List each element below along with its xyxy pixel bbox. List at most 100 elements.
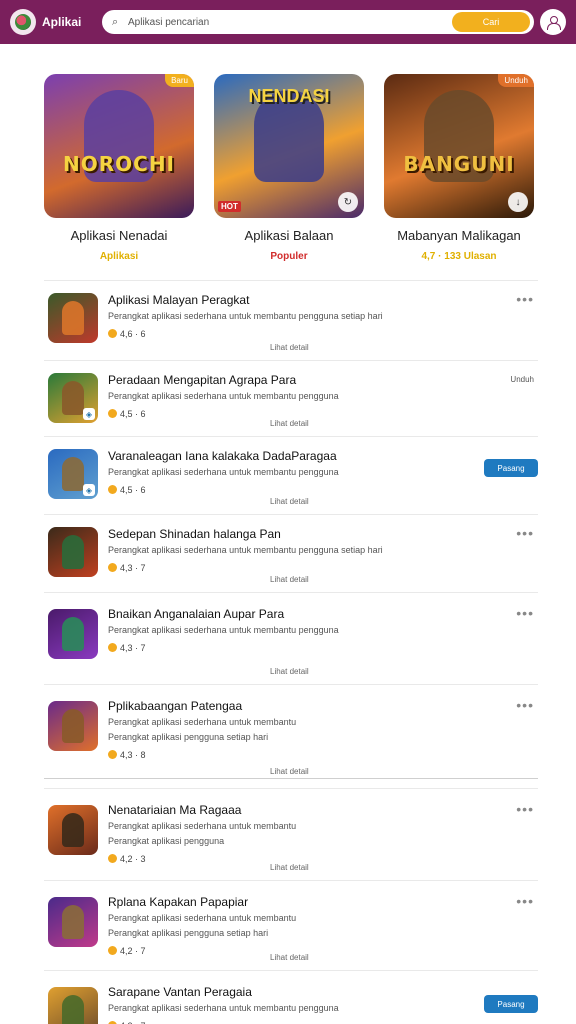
featured-card-art-word: NENDASI bbox=[248, 86, 330, 106]
app-icon[interactable]: ◈ bbox=[48, 373, 98, 423]
featured-card-art-word: BANGUNI bbox=[403, 152, 515, 176]
top-app-bar: Aplikai ⌕ Aplikasi pencarian Cari bbox=[0, 0, 576, 44]
search-input[interactable]: Aplikasi pencarian bbox=[128, 17, 452, 28]
list-item[interactable]: Bnaikan Anganalaian Aupar Para Perangkat … bbox=[44, 592, 538, 684]
app-icon[interactable] bbox=[48, 897, 98, 947]
hot-badge: HOT bbox=[218, 201, 241, 212]
more-options-icon[interactable]: ••• bbox=[516, 801, 534, 817]
download-icon[interactable]: ↓ bbox=[508, 192, 528, 212]
install-button[interactable]: Pasang bbox=[484, 995, 538, 1013]
app-icon[interactable]: ◈ bbox=[48, 449, 98, 499]
more-options-icon[interactable]: ••• bbox=[516, 697, 534, 713]
coin-icon bbox=[108, 563, 117, 572]
app-title[interactable]: Peradaan Mengapitan Agrapa Para bbox=[108, 373, 296, 387]
app-title[interactable]: Bnaikan Anganalaian Aupar Para bbox=[108, 607, 284, 621]
app-title[interactable]: Varanaleagan Iana kalakaka DadaParagaa bbox=[108, 449, 337, 463]
search-icon: ⌕ bbox=[112, 15, 119, 28]
featured-card-title[interactable]: Aplikasi Balaan bbox=[214, 228, 364, 243]
featured-card[interactable]: NOROCHI Baru Aplikasi Nenadai Aplikasi bbox=[44, 74, 194, 262]
list-item[interactable]: Sarapane Vantan Peragaia Perangkat aplika… bbox=[44, 970, 538, 1024]
coin-icon bbox=[108, 485, 117, 494]
app-description: Perangkat aplikasi sederhana untuk memba… bbox=[108, 545, 383, 555]
featured-card-subtitle: Aplikasi bbox=[99, 251, 139, 262]
more-options-icon[interactable]: ••• bbox=[516, 605, 534, 621]
more-options-icon[interactable]: ••• bbox=[516, 525, 534, 541]
featured-card-corner-label: Baru bbox=[165, 74, 194, 87]
see-details-link[interactable]: Lihat detail bbox=[270, 497, 309, 506]
see-details-link[interactable]: Lihat detail bbox=[270, 767, 309, 776]
app-title[interactable]: Pplikabaangan Patengaa bbox=[108, 699, 242, 713]
list-item[interactable]: Aplikasi Malayan Peragkat Perangkat aplik… bbox=[44, 280, 538, 360]
profile-button[interactable] bbox=[540, 9, 566, 35]
app-title[interactable]: Aplikasi Malayan Peragkat bbox=[108, 293, 249, 307]
coin-icon bbox=[108, 329, 117, 338]
list-item[interactable]: ◈ Varanaleagan Iana kalakaka DadaParagaa P… bbox=[44, 436, 538, 514]
app-icon[interactable] bbox=[48, 701, 98, 751]
app-icon[interactable] bbox=[48, 527, 98, 577]
featured-card-corner-label: Unduh bbox=[498, 74, 534, 87]
app-title[interactable]: Sarapane Vantan Peragaia bbox=[108, 985, 252, 999]
featured-card-title[interactable]: Aplikasi Nenadai bbox=[44, 228, 194, 243]
featured-card-image[interactable]: BANGUNI Unduh ↓ bbox=[384, 74, 534, 218]
app-description: Perangkat aplikasi pengguna bbox=[108, 836, 225, 846]
app-rating: 4,5 · 6 bbox=[108, 485, 146, 495]
app-description: Perangkat aplikasi sederhana untuk memba… bbox=[108, 391, 339, 401]
app-rating: 4,2 · 7 bbox=[108, 946, 146, 956]
app-title[interactable]: Sedepan Shinadan halanga Pan bbox=[108, 527, 281, 541]
app-title: Aplikai bbox=[42, 15, 82, 29]
install-button[interactable]: Pasang bbox=[484, 459, 538, 477]
section-divider bbox=[44, 778, 538, 779]
list-item[interactable]: Sedepan Shinadan halanga Pan Perangkat ap… bbox=[44, 514, 538, 592]
list-item[interactable]: Rplana Kapakan Papapiar Perangkat aplikas… bbox=[44, 880, 538, 970]
app-title[interactable]: Nenatariaian Ma Ragaaa bbox=[108, 803, 241, 817]
app-description: Perangkat aplikasi sederhana untuk memba… bbox=[108, 467, 339, 477]
rating-value: 4,5 · 6 bbox=[120, 485, 146, 495]
shield-icon: ◈ bbox=[83, 484, 95, 496]
see-details-link[interactable]: Lihat detail bbox=[270, 953, 309, 962]
search-bar[interactable]: ⌕ Aplikasi pencarian Cari bbox=[102, 10, 534, 34]
download-link[interactable]: Unduh bbox=[510, 375, 534, 384]
featured-card-art-word: NOROCHI bbox=[63, 152, 175, 176]
featured-card-subtitle: Populer bbox=[270, 251, 308, 262]
app-description: Perangkat aplikasi pengguna setiap hari bbox=[108, 732, 269, 742]
see-details-link[interactable]: Lihat detail bbox=[270, 419, 309, 428]
list-item[interactable]: Pplikabaangan Patengaa Perangkat aplikasi… bbox=[44, 684, 538, 784]
featured-card[interactable]: NENDASI HOT ↻ Aplikasi Balaan Populer bbox=[214, 74, 364, 262]
rating-value: 4,3 · 8 bbox=[120, 750, 146, 760]
see-details-link[interactable]: Lihat detail bbox=[270, 863, 309, 872]
rating-value: 4,3 · 7 bbox=[120, 563, 146, 573]
app-icon[interactable] bbox=[48, 805, 98, 855]
app-icon[interactable] bbox=[48, 293, 98, 343]
rating-value: 4,6 · 6 bbox=[120, 329, 146, 339]
rating-value: 4,3 · 7 bbox=[120, 643, 146, 653]
app-rating: 4,2 · 3 bbox=[108, 854, 146, 864]
app-description: Perangkat aplikasi pengguna setiap hari bbox=[108, 928, 269, 938]
more-options-icon[interactable]: ••• bbox=[516, 291, 534, 307]
share-icon[interactable]: ↻ bbox=[338, 192, 358, 212]
see-details-link[interactable]: Lihat detail bbox=[270, 575, 309, 584]
coin-icon bbox=[108, 409, 117, 418]
more-options-icon[interactable]: ••• bbox=[516, 893, 534, 909]
app-logo-icon[interactable] bbox=[10, 9, 36, 35]
featured-card-title[interactable]: Mabanyan Malikagan bbox=[384, 228, 534, 243]
featured-card-image[interactable]: NENDASI HOT ↻ bbox=[214, 74, 364, 218]
list-item[interactable]: ◈ Peradaan Mengapitan Agrapa Para Perangka… bbox=[44, 360, 538, 436]
app-title[interactable]: Rplana Kapakan Papapiar bbox=[108, 895, 248, 909]
featured-card[interactable]: BANGUNI Unduh ↓ Mabanyan Malikagan 4,7 ·… bbox=[384, 74, 534, 262]
see-details-link[interactable]: Lihat detail bbox=[270, 343, 309, 352]
app-description: Perangkat aplikasi sederhana untuk memba… bbox=[108, 717, 297, 727]
rating-value: 4,2 · 7 bbox=[120, 946, 146, 956]
app-rating: 4,3 · 7 bbox=[108, 643, 146, 653]
app-rating: 4,3 · 7 bbox=[108, 563, 146, 573]
app-icon[interactable] bbox=[48, 609, 98, 659]
coin-icon bbox=[108, 643, 117, 652]
featured-card-image[interactable]: NOROCHI Baru bbox=[44, 74, 194, 218]
user-icon bbox=[546, 15, 561, 30]
see-details-link[interactable]: Lihat detail bbox=[270, 667, 309, 676]
app-icon[interactable] bbox=[48, 987, 98, 1024]
coin-icon bbox=[108, 854, 117, 863]
app-description: Perangkat aplikasi sederhana untuk memba… bbox=[108, 625, 339, 635]
app-rating: 4,3 · 8 bbox=[108, 750, 146, 760]
search-button[interactable]: Cari bbox=[452, 12, 530, 32]
list-item[interactable]: Nenatariaian Ma Ragaaa Perangkat aplikasi… bbox=[44, 788, 538, 880]
